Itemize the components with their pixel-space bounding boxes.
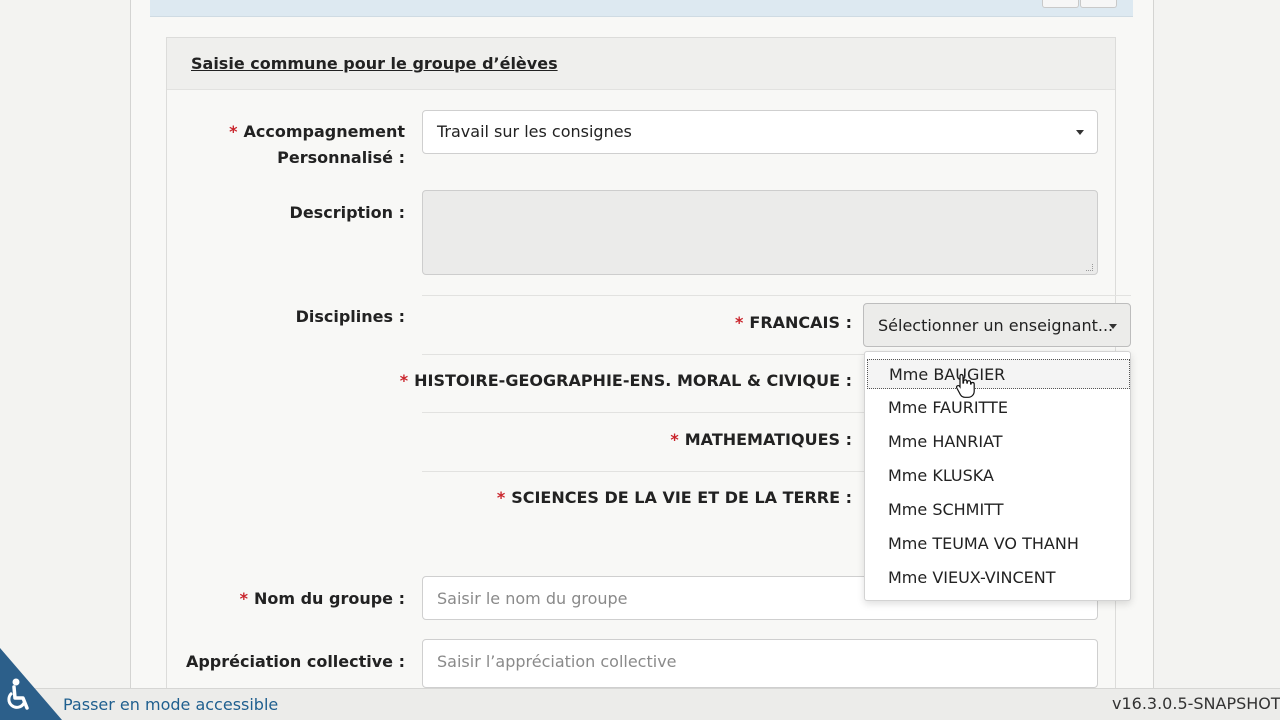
teacher-option[interactable]: Mme SCHMITT (867, 495, 1130, 525)
teacher-option[interactable]: Mme HANRIAT (867, 427, 1130, 457)
teacher-option[interactable]: Mme BAUGIER (867, 359, 1130, 389)
teacher-select-francais[interactable]: Sélectionner un enseignant... (863, 303, 1131, 347)
wheelchair-icon[interactable] (2, 678, 32, 714)
disciplines-label: Disciplines : (295, 307, 405, 326)
chevron-down-icon (1109, 324, 1117, 329)
nom-groupe-label: * Nom du groupe : (239, 589, 405, 608)
discipline-svt-label: * SCIENCES DE LA VIE ET DE LA TERRE : (496, 488, 852, 507)
accompagnement-label: * Accompagnement Personnalisé : (229, 122, 405, 167)
accompagnement-select[interactable]: Travail sur les consignes (422, 110, 1098, 154)
hand-pointer-icon (955, 373, 975, 398)
teacher-option[interactable]: Mme VIEUX-VINCENT (867, 563, 1130, 593)
top-toolbar-band (150, 0, 1133, 17)
discipline-francais-label: * FRANCAIS : (735, 313, 852, 332)
resize-grip-icon[interactable] (1086, 264, 1093, 271)
appreciation-label: Appréciation collective : (185, 652, 405, 671)
version-label: v16.3.0.5-SNAPSHOT (1112, 694, 1280, 713)
teacher-option[interactable]: Mme KLUSKA (867, 461, 1130, 491)
teacher-dropdown-menu: Mme BAUGIER Mme FAURITTE Mme HANRIAT Mme… (864, 351, 1131, 601)
teacher-option[interactable]: Mme FAURITTE (867, 393, 1130, 423)
footer-bar: Passer en mode accessible v16.3.0.5-SNAP… (0, 688, 1280, 720)
chevron-down-icon (1076, 130, 1084, 135)
divider (422, 295, 1131, 296)
accompagnement-value: Travail sur les consignes (437, 122, 632, 141)
panel-header: Saisie commune pour le groupe d’élèves (167, 38, 1115, 90)
teacher-option[interactable]: Mme TEUMA VO THANH (867, 529, 1130, 559)
toolbar-button[interactable] (1042, 0, 1079, 8)
toolbar-button[interactable] (1080, 0, 1117, 8)
required-marker: * (229, 122, 238, 141)
discipline-histoire-label: * HISTOIRE-GEOGRAPHIE-ENS. MORAL & CIVIQU… (399, 371, 852, 390)
description-textarea[interactable] (422, 190, 1098, 275)
accessible-mode-link[interactable]: Passer en mode accessible (63, 695, 278, 714)
description-label: Description : (289, 203, 405, 222)
panel-title: Saisie commune pour le groupe d’élèves (191, 54, 558, 73)
appreciation-input[interactable]: Saisir l’appréciation collective (422, 639, 1098, 688)
discipline-maths-label: * MATHEMATIQUES : (670, 430, 852, 449)
